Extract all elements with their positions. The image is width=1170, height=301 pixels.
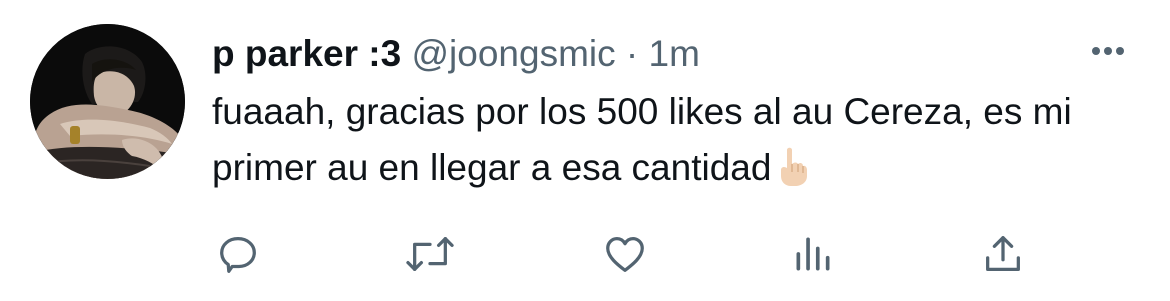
separator-dot: ·: [625, 33, 639, 74]
tweet-body: fuaaah, gracias por los 500 likes al au …: [212, 91, 1072, 188]
avatar-image: [30, 24, 185, 179]
share-icon[interactable]: [975, 226, 1031, 282]
tweet-text: fuaaah, gracias por los 500 likes al au …: [212, 84, 1142, 196]
analytics-icon[interactable]: [785, 226, 841, 282]
index-pointing-up-emoji: [777, 146, 808, 186]
tweet[interactable]: p parker :3 @joongsmic · 1m fuaaah, grac…: [0, 0, 1170, 301]
avatar[interactable]: [30, 24, 185, 179]
retweet-icon[interactable]: [402, 226, 458, 282]
tweet-header: p parker :3 @joongsmic · 1m: [212, 33, 700, 75]
tweet-actions: [0, 226, 1170, 286]
reply-icon[interactable]: [210, 226, 266, 282]
user-handle[interactable]: @joongsmic: [411, 33, 615, 74]
display-name[interactable]: p parker :3: [212, 33, 401, 74]
more-icon[interactable]: [1086, 36, 1130, 66]
like-icon[interactable]: [597, 226, 653, 282]
timestamp[interactable]: 1m: [649, 33, 700, 74]
